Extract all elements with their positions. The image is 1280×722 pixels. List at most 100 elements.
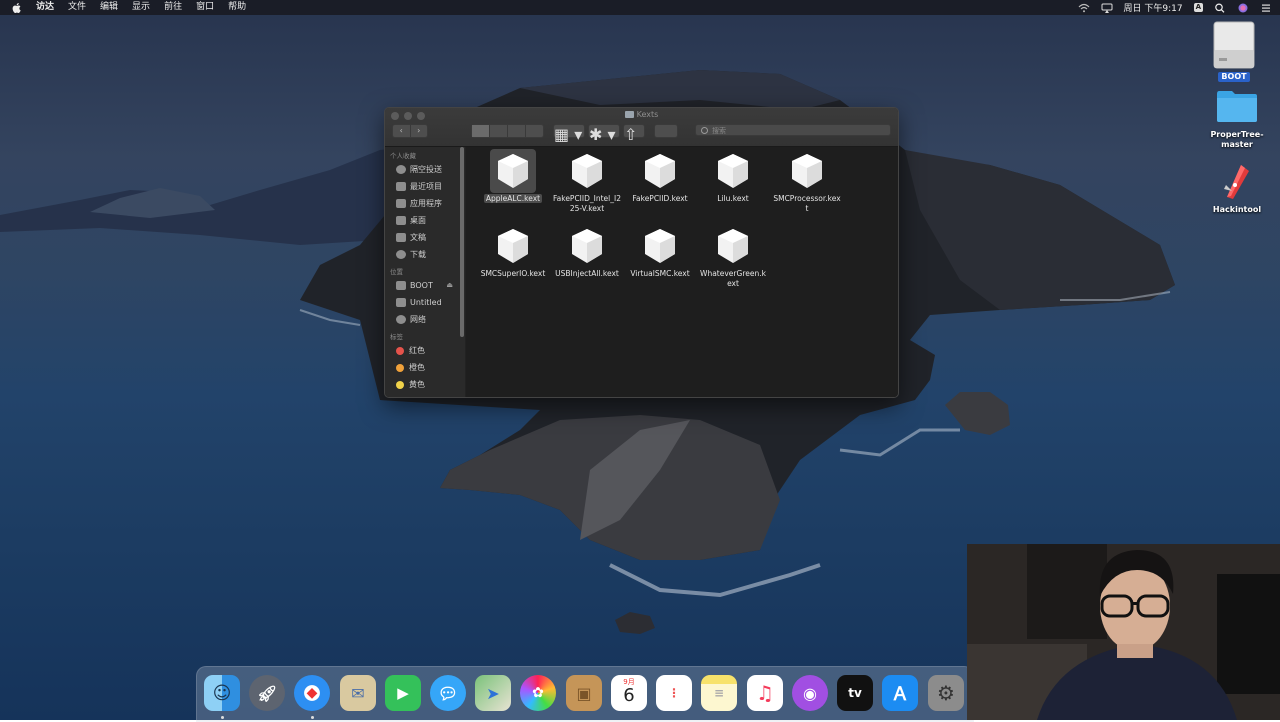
external-drive-icon	[1213, 21, 1255, 69]
desktop-item-label: ProperTree-master	[1210, 130, 1264, 149]
file-item-kext[interactable]: AppleALC.kext	[476, 149, 550, 204]
menubar-clock[interactable]: 周日 下午9:17	[1124, 1, 1183, 14]
checklist-icon: ⋮	[668, 686, 680, 700]
list-view-button[interactable]	[490, 125, 508, 137]
desktop-icon	[396, 216, 406, 225]
eject-icon[interactable]: ⏏	[446, 277, 453, 294]
back-button[interactable]: ‹	[393, 125, 411, 137]
spotlight-search-icon[interactable]	[1214, 3, 1226, 13]
action-gear-button[interactable]: ✱ ▾	[588, 124, 620, 144]
sidebar-item-recents[interactable]: 最近项目	[385, 178, 465, 195]
file-item-kext[interactable]: WhateverGreen.kext	[696, 224, 770, 289]
sidebar-tag-orange[interactable]: 橙色	[385, 359, 465, 376]
icon-view-button[interactable]	[472, 125, 490, 137]
hackintool-app-icon	[1224, 165, 1249, 199]
dock-contacts[interactable]: ▣	[566, 675, 602, 711]
clock-icon	[396, 182, 406, 191]
menu-file[interactable]: 文件	[68, 0, 86, 15]
dock-messages[interactable]: 💬︎	[430, 675, 466, 711]
kext-bundle-icon	[564, 224, 610, 268]
sidebar-item-network[interactable]: 网络	[385, 311, 465, 328]
sidebar-section-locations: 位置	[390, 268, 403, 276]
sidebar-item-label: 最近项目	[410, 182, 442, 191]
sidebar-tag-red[interactable]: 红色	[385, 342, 465, 359]
file-item-label: VirtualSMC.kext	[630, 269, 690, 278]
wifi-icon[interactable]	[1078, 3, 1090, 13]
apple-menu-icon[interactable]	[12, 2, 21, 13]
dock-mail[interactable]: ✉	[340, 675, 376, 711]
airplay-display-icon[interactable]	[1101, 3, 1113, 13]
dock-calendar[interactable]: 9月 6	[611, 675, 647, 711]
menu-go[interactable]: 前往	[164, 0, 182, 15]
dock-app-store[interactable]: Ａ	[882, 675, 918, 711]
view-mode-control	[471, 124, 544, 138]
address-book-icon: ▣	[576, 683, 592, 703]
sidebar-item-boot[interactable]: BOOT ⏏	[385, 277, 465, 294]
gallery-view-button[interactable]	[526, 125, 543, 137]
group-by-button[interactable]: ▦ ▾	[553, 124, 585, 144]
forward-button[interactable]: ›	[411, 125, 428, 137]
file-item-label: AppleALC.kext	[483, 194, 543, 203]
app-store-icon: Ａ	[891, 684, 909, 705]
input-source-indicator[interactable]: A	[1193, 3, 1203, 12]
tag-color-dot	[396, 380, 404, 389]
search-field[interactable]: 搜索	[695, 124, 891, 136]
sidebar-item-airdrop[interactable]: 隔空投送	[385, 161, 465, 178]
dock-maps[interactable]: ➤	[475, 675, 511, 711]
file-item-kext[interactable]: SMCSuperIO.kext	[476, 224, 550, 279]
sidebar-item-label: 红色	[409, 346, 425, 355]
sidebar-item-applications[interactable]: 应用程序	[385, 195, 465, 212]
document-icon	[396, 233, 406, 242]
music-note-icon: ♫	[756, 681, 774, 705]
menu-edit[interactable]: 编辑	[100, 0, 118, 15]
dock-system-preferences[interactable]: ⚙	[928, 675, 964, 711]
dock-launchpad[interactable]: 🚀︎	[249, 675, 285, 711]
sidebar-tag-yellow[interactable]: 黄色	[385, 376, 465, 393]
file-item-kext[interactable]: FakePCIID.kext	[623, 149, 697, 204]
kext-bundle-icon	[710, 149, 756, 193]
speech-bubble-icon: 💬︎	[437, 683, 459, 703]
airdrop-icon	[396, 165, 406, 174]
desktop-item-hackintool[interactable]: Hackintool	[1197, 163, 1277, 215]
sidebar-item-untitled[interactable]: Untitled	[385, 294, 465, 311]
share-button[interactable]: ⇧	[623, 124, 645, 144]
dock-facetime[interactable]: ▶	[385, 675, 421, 711]
kext-bundle-icon	[490, 224, 536, 268]
menu-view[interactable]: 显示	[132, 0, 150, 15]
kext-bundle-icon	[784, 149, 830, 193]
sidebar-item-label: 橙色	[409, 363, 425, 372]
eagle-stamp-icon: ✉	[351, 683, 365, 703]
dock-safari[interactable]: ◆	[294, 675, 330, 711]
sidebar-item-label: 文稿	[410, 233, 426, 242]
sidebar-section-favorites: 个人收藏	[390, 152, 416, 160]
file-item-kext[interactable]: FakePCIID_Intel_I225-V.kext	[550, 149, 624, 214]
siri-icon[interactable]	[1237, 3, 1249, 13]
file-item-kext[interactable]: VirtualSMC.kext	[623, 224, 697, 279]
dock-finder[interactable]: ☺	[204, 675, 240, 711]
dock-music[interactable]: ♫	[747, 675, 783, 711]
dock-apple-tv[interactable]: tv	[837, 675, 873, 711]
menu-help[interactable]: 帮助	[228, 0, 246, 15]
sidebar-item-documents[interactable]: 文稿	[385, 229, 465, 246]
column-view-button[interactable]	[508, 125, 526, 137]
network-globe-icon	[396, 315, 406, 324]
dock-notes[interactable]: ≡	[701, 675, 737, 711]
notification-center-icon[interactable]	[1260, 3, 1272, 13]
apple-tv-icon: tv	[848, 686, 862, 700]
dock-podcasts[interactable]: ◉	[792, 675, 828, 711]
dock-photos[interactable]: ✿	[520, 675, 556, 711]
finder-toolbar: Kexts ‹ › ▦ ▾ ✱ ▾ ⇧ 搜索	[385, 108, 898, 147]
sidebar-item-desktop[interactable]: 桌面	[385, 212, 465, 229]
file-item-kext[interactable]: USBInjectAll.kext	[550, 224, 624, 279]
dock-reminders[interactable]: ⋮	[656, 675, 692, 711]
menu-window[interactable]: 窗口	[196, 0, 214, 15]
sidebar-item-downloads[interactable]: 下载	[385, 246, 465, 263]
file-item-kext[interactable]: SMCProcessor.kext	[770, 149, 844, 214]
edit-tags-button[interactable]	[654, 124, 678, 138]
file-item-kext[interactable]: Lilu.kext	[696, 149, 770, 204]
desktop-item-propertree-folder[interactable]: ProperTree-master	[1197, 88, 1277, 150]
desktop-item-boot-drive[interactable]: BOOT	[1194, 20, 1274, 82]
finder-sidebar: 个人收藏 隔空投送 最近项目 应用程序 桌面 文稿 下载 位置 BOOT ⏏ Un…	[385, 147, 465, 397]
finder-face-icon: ☺	[212, 682, 232, 704]
menu-finder[interactable]: 访达	[36, 0, 54, 15]
